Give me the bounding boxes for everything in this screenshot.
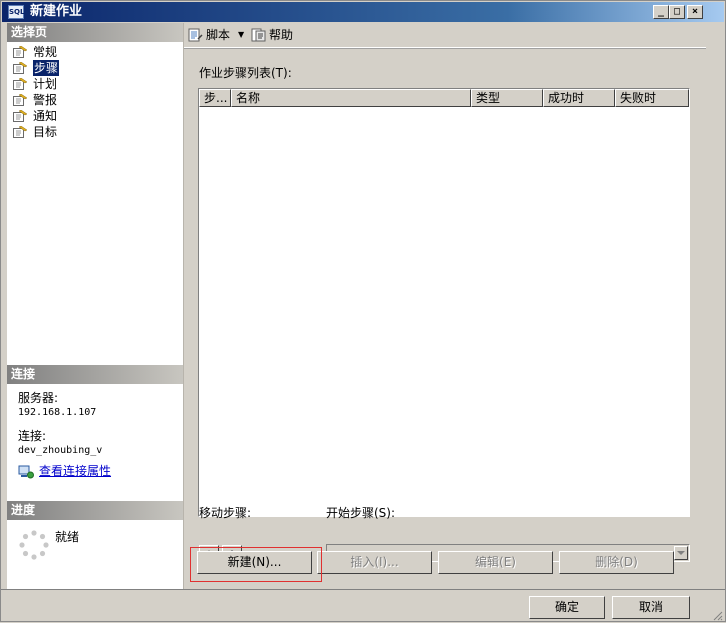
sidebar-item-label: 步骤	[33, 60, 60, 76]
column-header-on-failure[interactable]: 失败时	[615, 89, 689, 107]
page-icon	[13, 94, 27, 106]
connection-header: 连接	[7, 365, 183, 384]
maximize-button[interactable]: □	[669, 5, 685, 19]
page-icon	[13, 62, 27, 74]
new-job-dialog: SQL 新建作业 _ □ × 选择页 常规 步骤 计划 警报 通知 目标 连接 …	[0, 0, 726, 622]
cancel-button[interactable]: 取消	[612, 596, 690, 619]
help-label: 帮助	[269, 28, 294, 42]
page-icon	[13, 78, 27, 90]
sql-window-icon: SQL	[8, 5, 24, 19]
delete-step-button[interactable]: 删除(D)	[559, 551, 674, 574]
title-bar[interactable]: SQL 新建作业 _ □ ×	[2, 2, 724, 22]
resize-grip-icon[interactable]	[711, 609, 723, 621]
script-label: 脚本	[206, 28, 231, 42]
page-icon	[13, 110, 27, 122]
toolbar: 脚本 ▼ 帮助	[184, 23, 706, 48]
server-label: 服务器:	[18, 391, 59, 405]
sidebar-item-label: 常规	[33, 45, 58, 59]
move-step-label: 移动步骤:	[199, 506, 252, 520]
column-header-on-success[interactable]: 成功时	[543, 89, 615, 107]
dropdown-arrow-icon: ▼	[238, 30, 245, 39]
steps-list-label: 作业步骤列表(T):	[199, 66, 292, 80]
minimize-button[interactable]: _	[653, 5, 669, 19]
connection-label: 连接:	[18, 429, 47, 443]
start-step-dropdown-button[interactable]	[674, 546, 688, 560]
dialog-footer: 确定 取消	[1, 589, 725, 623]
progress-status: 就绪	[55, 530, 80, 544]
connection-value: dev_zhoubing_v	[18, 445, 103, 456]
edit-step-button[interactable]: 编辑(E)	[438, 551, 553, 574]
steps-page: 脚本 ▼ 帮助 作业步骤列表(T): 步... 名称 类型 成功时 失败时 移动…	[184, 23, 706, 589]
script-icon	[188, 28, 203, 42]
highlight-box	[190, 547, 322, 582]
connection-properties-icon	[18, 465, 34, 479]
view-connection-properties-link[interactable]: 查看连接属性	[39, 465, 111, 478]
select-page-header: 选择页	[7, 23, 183, 42]
ok-button[interactable]: 确定	[529, 596, 605, 619]
server-value: 192.168.1.107	[18, 407, 97, 418]
page-icon	[13, 46, 27, 58]
help-icon	[251, 28, 266, 42]
progress-header: 进度	[7, 501, 183, 520]
column-header-name[interactable]: 名称	[231, 89, 471, 107]
column-header-type[interactable]: 类型	[471, 89, 543, 107]
start-step-label: 开始步骤(S):	[326, 506, 396, 520]
close-button[interactable]: ×	[687, 5, 703, 19]
sidebar-item-label: 目标	[33, 125, 58, 139]
steps-grid[interactable]: 步... 名称 类型 成功时 失败时	[198, 88, 690, 517]
page-icon	[13, 126, 27, 138]
progress-spinner-icon	[19, 530, 49, 560]
left-pane: 选择页 常规 步骤 计划 警报 通知 目标 连接 服务器: 192.168.1.…	[7, 23, 184, 589]
column-header-step[interactable]: 步...	[199, 89, 231, 107]
chevron-down-icon	[677, 551, 685, 555]
window-title: 新建作业	[30, 4, 83, 19]
sidebar-item-label: 通知	[33, 109, 58, 123]
insert-step-button[interactable]: 插入(I)...	[317, 551, 432, 574]
sidebar-item-label: 计划	[33, 77, 58, 91]
sidebar-item-label: 警报	[33, 93, 58, 107]
